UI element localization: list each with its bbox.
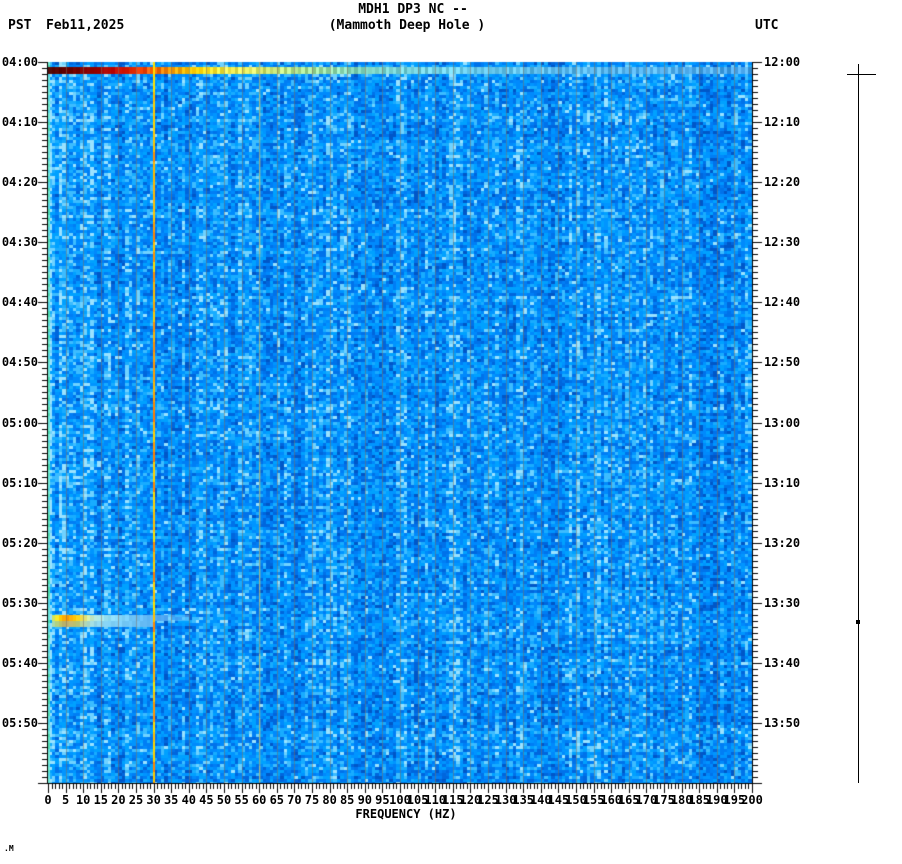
utc-axis-tick-label: 13:30 xyxy=(764,596,801,610)
pst-axis-tick-label: 05:30 xyxy=(1,596,38,610)
frequency-tick-label: 85 xyxy=(339,793,355,807)
utc-axis-tick-label: 12:40 xyxy=(764,295,801,309)
spectrogram-page: MDH1 DP3 NC -- (Mammoth Deep Hole ) PST … xyxy=(0,0,902,864)
scale-bar-line xyxy=(858,64,859,783)
pst-axis-tick-label: 04:20 xyxy=(1,175,38,189)
frequency-tick-label: 40 xyxy=(181,793,197,807)
utc-axis-tick-label: 13:20 xyxy=(764,536,801,550)
frequency-tick-label: 200 xyxy=(741,793,763,807)
frequency-tick-label: 70 xyxy=(287,793,302,807)
pst-axis-tick-label: 05:00 xyxy=(1,416,38,430)
pst-axis-tick-label: 04:40 xyxy=(1,295,38,309)
frequency-tick-label: 80 xyxy=(322,793,337,807)
utc-axis-tick-label: 12:00 xyxy=(764,55,801,69)
pst-axis-tick-label: 04:50 xyxy=(1,355,38,369)
pst-axis-tick-label: 04:10 xyxy=(1,115,38,129)
utc-axis-tick-label: 12:20 xyxy=(764,175,801,189)
scale-bar-marker xyxy=(856,620,860,624)
utc-axis-tick-label: 12:50 xyxy=(764,355,801,369)
pst-axis-tick-label: 04:30 xyxy=(1,235,38,249)
utc-axis-tick-label: 12:30 xyxy=(764,235,801,249)
utc-axis-tick-label: 13:10 xyxy=(764,476,801,490)
pst-axis-tick-label: 05:20 xyxy=(1,536,38,550)
pst-axis-tick-label: 05:40 xyxy=(1,656,38,670)
frequency-tick-label: 95 xyxy=(375,793,390,807)
frequency-tick-label: 65 xyxy=(269,793,285,807)
frequency-tick-label: 0 xyxy=(44,793,52,807)
pst-axis-tick-label: 05:50 xyxy=(1,716,38,730)
spectrogram-plot xyxy=(0,0,902,864)
utc-axis-tick-label: 13:00 xyxy=(764,416,801,430)
frequency-tick-label: 5 xyxy=(61,793,70,807)
pst-axis-tick-label: 05:10 xyxy=(1,476,38,490)
frequency-tick-label: 55 xyxy=(234,793,249,807)
x-axis-title: FREQUENCY (HZ) xyxy=(355,807,457,821)
frequency-tick-label: 35 xyxy=(163,793,179,807)
frequency-tick-label: 30 xyxy=(146,793,161,807)
frequency-tick-label: 50 xyxy=(216,793,232,807)
frequency-tick-label: 75 xyxy=(304,793,320,807)
scale-bar-crossbar xyxy=(847,74,876,75)
frequency-tick-label: 15 xyxy=(93,793,109,807)
utc-axis-tick-label: 13:40 xyxy=(764,656,801,670)
frequency-tick-label: 45 xyxy=(199,793,214,807)
footer-mark: .M xyxy=(4,844,14,853)
frequency-tick-label: 60 xyxy=(251,793,267,807)
pst-axis-tick-label: 04:00 xyxy=(1,55,38,69)
frequency-tick-label: 90 xyxy=(357,793,373,807)
frequency-tick-label: 20 xyxy=(111,793,126,807)
utc-axis-tick-label: 13:50 xyxy=(764,716,801,730)
frequency-tick-label: 10 xyxy=(75,793,91,807)
frequency-tick-label: 25 xyxy=(128,793,144,807)
utc-axis-tick-label: 12:10 xyxy=(764,115,801,129)
